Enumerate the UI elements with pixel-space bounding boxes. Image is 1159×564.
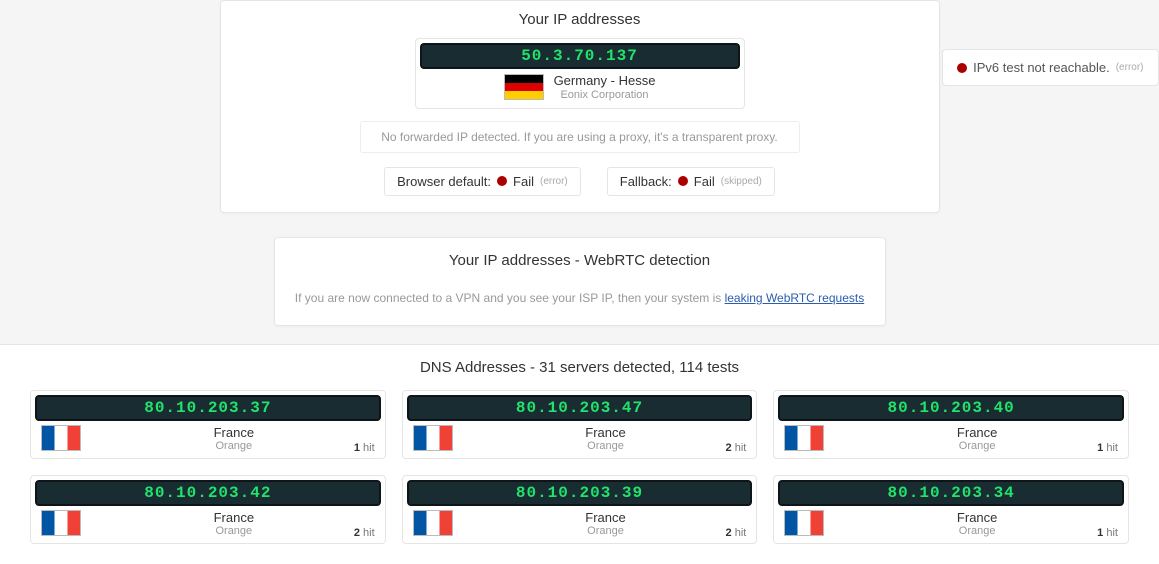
dns-isp: Orange (836, 440, 1118, 452)
browser-default-status: Browser default: Fail (error) (384, 167, 581, 196)
flag-icon-france (413, 510, 453, 536)
ip-location: Germany - Hesse (554, 73, 656, 89)
dns-hit-count: 1 hit (1097, 527, 1118, 539)
dns-ip-value: 80.10.203.39 (407, 480, 753, 506)
ip-isp: Eonix Corporation (554, 89, 656, 102)
flag-icon-france (413, 425, 453, 451)
browser-default-value: Fail (513, 174, 534, 189)
dns-country: France (836, 510, 1118, 525)
fallback-status: Fallback: Fail (skipped) (607, 167, 775, 196)
status-dot-icon (497, 176, 507, 186)
dns-ip-value: 80.10.203.40 (778, 395, 1124, 421)
fallback-note: (skipped) (721, 176, 762, 187)
browser-default-note: (error) (540, 176, 568, 187)
dns-server-card: 80.10.203.34 France Orange 1 hit (773, 475, 1129, 544)
dns-server-card: 80.10.203.37 France Orange 1 hit (30, 390, 386, 459)
webrtc-description: If you are now connected to a VPN and yo… (295, 291, 865, 305)
dns-isp: Orange (465, 440, 747, 452)
dns-country: France (836, 425, 1118, 440)
dns-country: France (465, 510, 747, 525)
status-dot-icon (957, 63, 967, 73)
flag-icon-france (41, 510, 81, 536)
ip-address-value: 50.3.70.137 (420, 43, 740, 69)
ip-addresses-card: Your IP addresses 50.3.70.137 Germany - … (220, 0, 940, 213)
flag-icon-germany (504, 74, 544, 100)
fallback-value: Fail (694, 174, 715, 189)
dns-hit-count: 2 hit (726, 527, 747, 539)
webrtc-leak-link[interactable]: leaking WebRTC requests (725, 291, 865, 305)
dns-server-grid: 80.10.203.37 France Orange 1 hit 80.10.2… (30, 390, 1129, 544)
ipv6-status-text: IPv6 test not reachable. (973, 60, 1110, 75)
dns-section: DNS Addresses - 31 servers detected, 114… (0, 344, 1159, 564)
dns-country: France (93, 510, 375, 525)
flag-icon-france (784, 425, 824, 451)
fallback-label: Fallback: (620, 174, 672, 189)
ip-address-box: 50.3.70.137 Germany - Hesse Eonix Corpor… (415, 38, 745, 109)
dns-isp: Orange (465, 525, 747, 537)
ipv6-status-note: (error) (1116, 62, 1144, 73)
flag-icon-france (41, 425, 81, 451)
dns-hit-count: 2 hit (354, 527, 375, 539)
dns-isp: Orange (93, 525, 375, 537)
dns-ip-value: 80.10.203.42 (35, 480, 381, 506)
dns-server-card: 80.10.203.47 France Orange 2 hit (402, 390, 758, 459)
flag-icon-france (784, 510, 824, 536)
dns-ip-value: 80.10.203.34 (778, 480, 1124, 506)
dns-server-card: 80.10.203.40 France Orange 1 hit (773, 390, 1129, 459)
dns-country: France (465, 425, 747, 440)
dns-server-card: 80.10.203.42 France Orange 2 hit (30, 475, 386, 544)
dns-section-title: DNS Addresses - 31 servers detected, 114… (30, 359, 1129, 376)
ipv6-status-box: IPv6 test not reachable. (error) (942, 49, 1158, 86)
dns-ip-value: 80.10.203.37 (35, 395, 381, 421)
dns-isp: Orange (93, 440, 375, 452)
webrtc-text-prefix: If you are now connected to a VPN and yo… (295, 291, 725, 305)
forwarded-ip-note: No forwarded IP detected. If you are usi… (360, 121, 800, 153)
webrtc-card: Your IP addresses - WebRTC detection If … (274, 237, 886, 326)
dns-country: France (93, 425, 375, 440)
dns-hit-count: 1 hit (354, 442, 375, 454)
browser-default-label: Browser default: (397, 174, 491, 189)
dns-server-card: 80.10.203.39 France Orange 2 hit (402, 475, 758, 544)
dns-ip-value: 80.10.203.47 (407, 395, 753, 421)
dns-isp: Orange (836, 525, 1118, 537)
ip-section-title: Your IP addresses (239, 11, 921, 28)
status-dot-icon (678, 176, 688, 186)
dns-hit-count: 1 hit (1097, 442, 1118, 454)
dns-hit-count: 2 hit (726, 442, 747, 454)
webrtc-title: Your IP addresses - WebRTC detection (295, 252, 865, 269)
